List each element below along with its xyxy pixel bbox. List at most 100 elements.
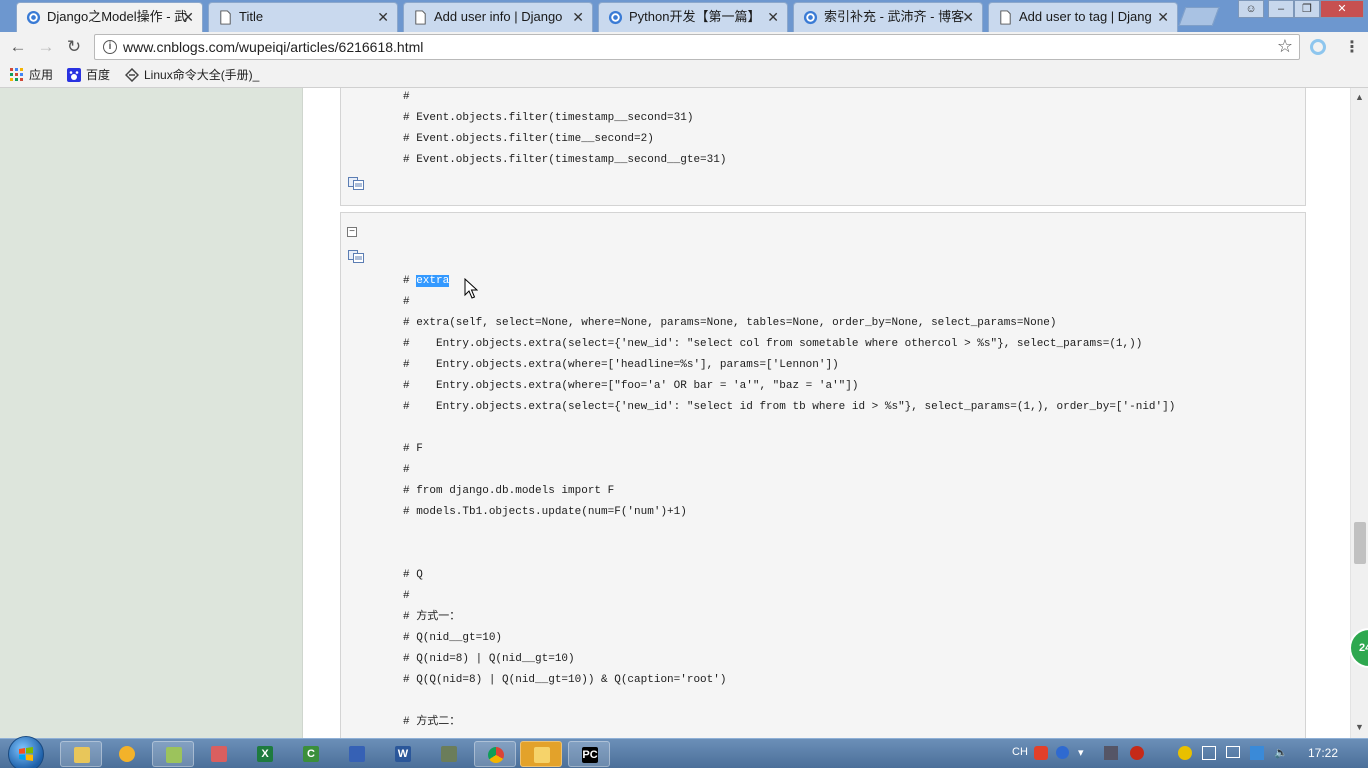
back-arrow-icon[interactable]: ← xyxy=(7,36,29,58)
scroll-up-icon[interactable]: ▲ xyxy=(1355,92,1364,102)
taskbar-paint[interactable] xyxy=(198,741,240,767)
taskbar-audio[interactable] xyxy=(520,741,562,767)
paint-icon xyxy=(211,746,227,762)
linux-cmd-icon xyxy=(125,68,139,82)
close-icon[interactable]: ✕ xyxy=(767,3,779,31)
monitor-icon[interactable] xyxy=(1226,746,1240,758)
tab-index-supplement[interactable]: 索引补充 - 武沛齐 - 博客 ✕ xyxy=(793,2,983,32)
code-line: # Entry.objects.extra(select={'new_id': … xyxy=(403,401,1176,413)
volume-icon[interactable]: 🔈 xyxy=(1274,746,1288,759)
taskbar-app-2[interactable] xyxy=(106,741,148,767)
code-line: # xyxy=(403,590,410,602)
browser-tab-strip: Django之Model操作 - 武 ✕ Title ✕ Add user in… xyxy=(0,0,1368,33)
code-block-1: # # Event.objects.filter(timestamp__seco… xyxy=(340,88,1306,206)
bookmark-label: Linux命令大全(手册)_ xyxy=(144,68,260,82)
new-tab-button[interactable] xyxy=(1178,7,1220,26)
code-line: # Entry.objects.extra(where=['headline=%… xyxy=(403,359,839,371)
tab-label: Python开发【第一篇】 xyxy=(629,9,761,24)
close-icon[interactable]: ✕ xyxy=(377,3,389,31)
tray-arrow-icon[interactable]: ▾ xyxy=(1078,746,1084,759)
cnblogs-icon xyxy=(26,10,41,25)
code-line: # xyxy=(403,464,410,476)
code-line: # Event.objects.filter(time__second=2) xyxy=(403,133,654,145)
bookmark-label: 百度 xyxy=(86,68,111,82)
taskbar-notepad[interactable] xyxy=(152,741,194,767)
page-icon xyxy=(1000,10,1011,25)
tab-django-model[interactable]: Django之Model操作 - 武 ✕ xyxy=(16,2,203,33)
url-text[interactable]: www.cnblogs.com/wupeiqi/articles/6216618… xyxy=(123,39,423,55)
sogou-icon[interactable] xyxy=(1034,746,1048,760)
scroll-down-icon[interactable]: ▼ xyxy=(1355,722,1364,732)
code-line: # extra(self, select=None, where=None, p… xyxy=(403,317,1057,329)
forward-arrow-icon[interactable]: → xyxy=(35,36,57,58)
taskbar-tool[interactable] xyxy=(428,741,470,767)
selected-text[interactable]: extra xyxy=(416,275,450,287)
taskbar-c-app[interactable]: C xyxy=(290,741,332,767)
close-icon[interactable]: ✕ xyxy=(962,3,974,31)
chrome-icon xyxy=(488,747,504,763)
code-line: # Event.objects.filter(timestamp__second… xyxy=(403,112,694,124)
menu-kebab-icon[interactable]: ⋮ xyxy=(1344,37,1360,57)
close-icon[interactable]: ✕ xyxy=(572,3,584,31)
pycharm-icon: PC xyxy=(582,747,598,763)
start-button[interactable] xyxy=(8,736,44,768)
code-line: # from django.db.models import F xyxy=(403,485,615,497)
excel-icon: X xyxy=(257,746,273,762)
code-block-2: − # extra # # extra(self, select=None, w… xyxy=(340,212,1306,738)
notepad-icon xyxy=(166,747,182,763)
shield-tray-icon[interactable] xyxy=(1250,746,1264,760)
ime-indicator[interactable]: CH xyxy=(1012,746,1028,758)
network-tool-icon[interactable] xyxy=(1104,746,1118,760)
taskbar-pycharm[interactable]: PC xyxy=(568,741,610,767)
copy-code-icon[interactable] xyxy=(348,177,364,190)
code-line: # Q(nid=8) | Q(nid__gt=10) xyxy=(403,653,575,665)
taskbar-explorer[interactable] xyxy=(60,741,102,767)
tab-python-dev[interactable]: Python开发【第一篇】 ✕ xyxy=(598,2,788,32)
taskbar-excel[interactable]: X xyxy=(244,741,286,767)
restore-icon[interactable]: ❐ xyxy=(1294,0,1320,18)
code-line: # xyxy=(403,296,410,308)
code-line: # 方式二： xyxy=(403,716,461,728)
windows-taskbar: X C W PC CH ▾ 🔈 17:22 xyxy=(0,736,1368,768)
minimize-icon[interactable]: – xyxy=(1268,0,1294,18)
taskbar-save-app[interactable] xyxy=(336,741,378,767)
bookmark-linux-cmd[interactable]: Linux命令大全(手册)_ xyxy=(125,67,259,83)
bookmarks-bar: 应用 百度 Linux命令大全(手册)_ xyxy=(0,62,1368,88)
bookmark-star-icon[interactable]: ☆ xyxy=(1277,36,1293,57)
copy-code-icon[interactable] xyxy=(348,250,364,263)
tab-title[interactable]: Title ✕ xyxy=(208,2,398,32)
taskbar-chrome[interactable] xyxy=(474,741,516,767)
bookmark-baidu[interactable]: 百度 xyxy=(67,67,110,83)
extension-icon[interactable] xyxy=(1310,39,1326,55)
window-close-icon[interactable]: ✕ xyxy=(1320,0,1364,18)
page-icon xyxy=(415,10,426,25)
address-bar[interactable]: i www.cnblogs.com/wupeiqi/articles/62166… xyxy=(94,34,1300,60)
tab-add-user-info[interactable]: Add user info | Django ✕ xyxy=(403,2,593,32)
taskbar-word[interactable]: W xyxy=(382,741,424,767)
cnblogs-icon xyxy=(608,10,623,25)
reload-icon[interactable]: ↻ xyxy=(63,36,85,58)
apps-grid-icon xyxy=(10,68,23,81)
close-icon[interactable]: ✕ xyxy=(182,3,194,31)
user-icon[interactable]: ☺ xyxy=(1238,0,1264,18)
folder-icon xyxy=(74,747,90,763)
record-icon[interactable] xyxy=(1130,746,1144,760)
code-line: # extra xyxy=(403,274,450,289)
plus-tray-icon[interactable] xyxy=(1178,746,1192,760)
collapse-toggle-icon[interactable]: − xyxy=(347,227,357,237)
bookmark-apps[interactable]: 应用 xyxy=(10,67,53,83)
code-text: # xyxy=(403,275,417,287)
tab-add-user-to-tag[interactable]: Add user to tag | Djang ✕ xyxy=(988,2,1178,32)
code-line: # models.Tb1.objects.update(num=F('num')… xyxy=(403,506,687,518)
tab-label: Title xyxy=(239,9,264,24)
smiley-app-icon xyxy=(119,746,135,762)
info-icon[interactable]: i xyxy=(103,40,117,54)
help-icon[interactable] xyxy=(1056,746,1069,759)
windows-logo-icon xyxy=(19,747,33,761)
taskbar-clock[interactable]: 17:22 xyxy=(1308,746,1338,760)
bookmark-label: 应用 xyxy=(29,68,54,82)
close-icon[interactable]: ✕ xyxy=(1157,3,1169,31)
scroll-thumb[interactable] xyxy=(1354,522,1366,564)
display-icon[interactable] xyxy=(1202,746,1216,760)
code-line: # Q(nid__gt=10) xyxy=(403,632,503,644)
